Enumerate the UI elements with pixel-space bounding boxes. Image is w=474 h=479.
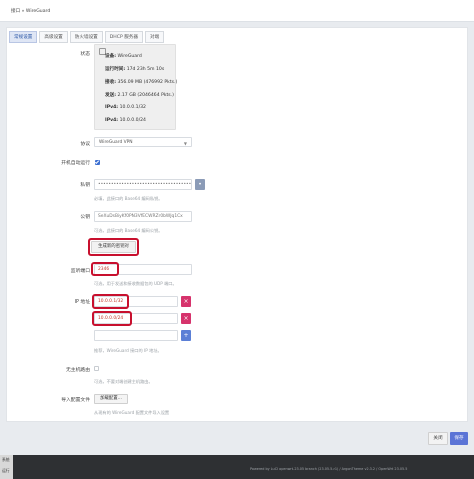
tab-general[interactable]: 常规设置 (9, 31, 38, 43)
minus-icon: × (183, 315, 189, 322)
import-config-label: 导入配置文件 (61, 398, 90, 403)
autostart-checkbox[interactable] (95, 160, 100, 165)
status-row-device: 设备: WireGuard (105, 54, 142, 59)
status-row-tx: 发送: 2.17 GB (2046464 Pkts.) (105, 93, 174, 98)
no-host-route-label: 无主机路由 (66, 368, 90, 373)
highlight-ring (92, 311, 132, 326)
footer-left-line-1: 系统 (2, 457, 10, 462)
public-key-hint: 可选，此接口的 Base64 编码公钥。 (94, 228, 163, 233)
autostart-label: 开机自动运行 (61, 161, 90, 166)
highlight-ring (88, 238, 139, 256)
tab-peers[interactable]: 对端 (144, 31, 165, 43)
footer: 系统 运行 Powered by LuCI openwrt-23.05 bran… (0, 455, 474, 479)
footer-text: Powered by LuCI openwrt-23.05 branch (23… (250, 467, 408, 471)
status-box: 设备: WireGuard 运行时间: 17d 23h 5m 10s 接收: 3… (94, 44, 178, 130)
ip-address-label: IP 地址 (74, 300, 90, 305)
highlight-ring (91, 262, 119, 276)
footer-left-line-2: 运行 (2, 468, 10, 473)
no-host-route-checkbox[interactable] (94, 366, 99, 371)
ip-address-input-new[interactable] (94, 330, 178, 341)
ip-address-hint: 推荐，WireGuard 接口的 IP 地址。 (94, 348, 162, 353)
protocol-value: WireGuard VPN (99, 140, 133, 145)
settings-panel (6, 27, 468, 422)
listen-port-label: 监听端口 (70, 269, 90, 274)
breadcrumb: 接口 » WireGuard (11, 9, 51, 14)
protocol-label: 协议 (80, 142, 90, 147)
title-bar: 接口 » WireGuard (0, 0, 474, 22)
private-key-input[interactable]: ••••••••••••••••••••••••••••••••••••••••… (94, 179, 192, 190)
status-row-uptime: 运行时间: 17d 23h 5m 10s (105, 67, 165, 72)
tab-advanced[interactable]: 高级设置 (39, 31, 68, 43)
plus-icon: + (183, 332, 189, 339)
footer-left-panel: 系统 运行 (0, 455, 13, 479)
status-label: 状态 (80, 52, 90, 57)
private-key-label: 私钥 (80, 183, 90, 188)
listen-port-hint: 可选，用于发送和接收数据包的 UDP 端口。 (94, 281, 177, 286)
private-key-hint: 必填，此接口的 Base64 编码私钥。 (94, 196, 163, 201)
reveal-button[interactable]: • (195, 179, 205, 190)
status-row-rx: 接收: 356.09 MB (476992 Pkts.) (105, 80, 178, 85)
add-ip-button[interactable]: + (181, 330, 191, 341)
remove-ip-1-button[interactable]: × (181, 296, 191, 307)
tab-bar: 常规设置 高级设置 防火墙设置 DHCP 服务器 对端 (9, 31, 166, 43)
eye-icon: • (198, 181, 202, 188)
public-key-input[interactable]: SeXuDsBiyKf0PN3VfECWRZr0bWJq1Cx (94, 211, 192, 222)
load-config-button[interactable]: 加载配置... (94, 394, 128, 404)
minus-icon: × (183, 298, 189, 305)
import-config-hint: 从现有的 WireGuard 配置文件导入设置 (94, 410, 170, 415)
no-host-route-hint: 可选，不要对端创建主机路由。 (94, 379, 153, 384)
chevron-down-icon: ▼ (183, 141, 187, 146)
status-row-ipv4-1: IPv4: 10.0.0.1/32 (105, 105, 146, 110)
tab-dhcp[interactable]: DHCP 服务器 (104, 31, 143, 43)
tab-firewall[interactable]: 防火墙设置 (69, 31, 103, 43)
public-key-label: 公钥 (80, 215, 90, 220)
protocol-select[interactable]: WireGuard VPN ▼ (94, 137, 192, 147)
status-row-ipv4-2: IPv4: 10.0.0.0/24 (105, 118, 146, 123)
highlight-ring (92, 294, 129, 309)
save-button[interactable]: 保存 (450, 432, 468, 445)
close-button[interactable]: 关闭 (428, 432, 448, 445)
remove-ip-2-button[interactable]: × (181, 313, 191, 324)
